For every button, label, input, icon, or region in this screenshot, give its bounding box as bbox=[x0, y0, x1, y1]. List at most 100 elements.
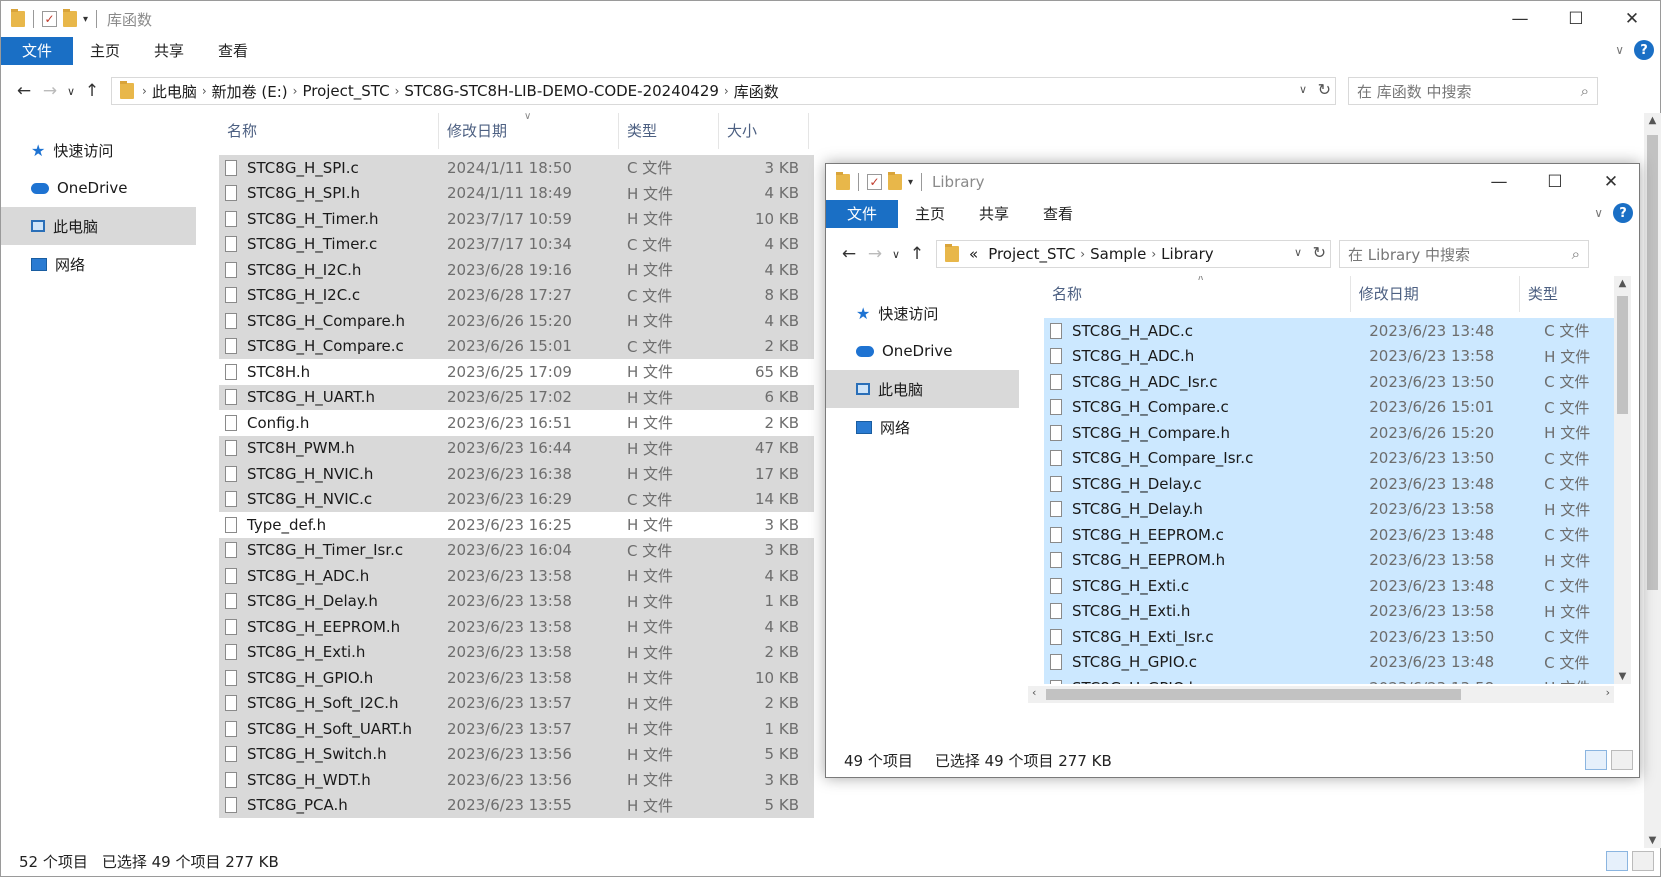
table-row[interactable]: STC8G_H_Exti.h 2023/6/23 13:58 H 文件 bbox=[1044, 598, 1614, 624]
table-row[interactable]: STC8G_H_GPIO.h 2023/6/23 13:58 H 文件 10 KB bbox=[219, 665, 814, 691]
close-button[interactable]: ✕ bbox=[1583, 164, 1639, 200]
nav-network[interactable]: 网络 bbox=[1, 245, 196, 283]
address-bar[interactable]: › 此电脑 › 新加卷 (E:) › Project_STC › STC8G-S… bbox=[111, 77, 1336, 105]
details-view-icon[interactable] bbox=[1606, 851, 1628, 871]
breadcrumb-overflow[interactable]: « bbox=[969, 245, 978, 263]
scrollbar-front[interactable]: ▲ ▼ bbox=[1614, 276, 1631, 684]
table-row[interactable]: STC8G_H_I2C.c 2023/6/28 17:27 C 文件 8 KB bbox=[219, 282, 814, 308]
forward-button[interactable]: → bbox=[862, 244, 888, 264]
details-view-icon[interactable] bbox=[1585, 750, 1607, 770]
table-row[interactable]: STC8H.h 2023/6/25 17:09 H 文件 65 KB bbox=[219, 359, 814, 385]
properties-icon[interactable]: ✓ bbox=[867, 174, 882, 190]
help-icon[interactable]: ? bbox=[1613, 203, 1633, 223]
table-row[interactable]: Type_def.h 2023/6/23 16:25 H 文件 3 KB bbox=[219, 512, 814, 538]
table-row[interactable]: STC8G_H_ADC_Isr.c 2023/6/23 13:50 C 文件 bbox=[1044, 369, 1614, 395]
scroll-up-icon[interactable]: ▲ bbox=[1614, 278, 1631, 289]
table-row[interactable]: Config.h 2023/6/23 16:51 H 文件 2 KB bbox=[219, 410, 814, 436]
table-row[interactable]: STC8G_H_EEPROM.h 2023/6/23 13:58 H 文件 4 KB bbox=[219, 614, 814, 640]
table-row[interactable]: STC8G_H_Delay.h 2023/6/23 13:58 H 文件 bbox=[1044, 496, 1614, 522]
tab-view[interactable]: 查看 bbox=[1026, 200, 1090, 228]
address-bar[interactable]: « Project_STC › Sample › Library ∨ ↻ bbox=[936, 240, 1331, 268]
nav-quick-access[interactable]: ★ 快速访问 bbox=[1, 131, 196, 169]
tab-share[interactable]: 共享 bbox=[137, 37, 201, 65]
table-row[interactable]: STC8G_H_SPI.h 2024/1/11 18:49 H 文件 4 KB bbox=[219, 180, 814, 206]
scrollbar-back[interactable]: ▲ ▼ bbox=[1644, 113, 1661, 848]
back-button[interactable]: ← bbox=[836, 244, 862, 264]
up-button[interactable]: ↑ bbox=[79, 81, 105, 101]
column-size[interactable]: 大小 bbox=[719, 113, 809, 149]
table-row[interactable]: STC8G_PCA.h 2023/6/23 13:55 H 文件 5 KB bbox=[219, 792, 814, 818]
search-input[interactable]: 在 库函数 中搜索 ⌕ bbox=[1348, 77, 1598, 105]
table-row[interactable]: STC8G_H_Exti_Isr.c 2023/6/23 13:50 C 文件 bbox=[1044, 624, 1614, 650]
table-row[interactable]: STC8G_H_Exti.h 2023/6/23 13:58 H 文件 2 KB bbox=[219, 639, 814, 665]
refresh-icon[interactable]: ↻ bbox=[1318, 80, 1331, 99]
column-name[interactable]: 名称 bbox=[219, 113, 439, 149]
table-row[interactable]: STC8G_H_EEPROM.c 2023/6/23 13:48 C 文件 bbox=[1044, 522, 1614, 548]
large-icons-view-icon[interactable] bbox=[1611, 750, 1633, 770]
table-row[interactable]: STC8G_H_Timer_Isr.c 2023/6/23 16:04 C 文件 3 … bbox=[219, 537, 814, 563]
scroll-up-icon[interactable]: ▲ bbox=[1644, 115, 1661, 126]
table-row[interactable]: STC8G_H_Soft_UART.h 2023/6/23 13:57 H 文件 1 … bbox=[219, 716, 814, 742]
table-row[interactable]: STC8G_H_Timer.h 2023/7/17 10:59 H 文件 10 KB bbox=[219, 206, 814, 232]
scroll-thumb[interactable] bbox=[1617, 296, 1628, 414]
table-row[interactable]: STC8G_H_Delay.c 2023/6/23 13:48 C 文件 bbox=[1044, 471, 1614, 497]
table-row[interactable]: STC8G_H_Compare.c 2023/6/26 15:01 C 文件 bbox=[1044, 394, 1614, 420]
table-row[interactable]: STC8G_H_Compare.c 2023/6/26 15:01 C 文件 2 KB bbox=[219, 333, 814, 359]
breadcrumb-item[interactable]: Project_STC bbox=[302, 82, 389, 100]
breadcrumb-item[interactable]: 此电脑 bbox=[152, 81, 197, 102]
help-icon[interactable]: ? bbox=[1634, 40, 1654, 60]
tab-view[interactable]: 查看 bbox=[201, 37, 265, 65]
breadcrumb-item[interactable]: Project_STC bbox=[988, 245, 1075, 263]
table-row[interactable]: STC8G_H_SPI.c 2024/1/11 18:50 C 文件 3 KB bbox=[219, 155, 814, 181]
recent-locations-button[interactable]: ∨ bbox=[888, 248, 904, 261]
table-row[interactable]: STC8G_H_Switch.h 2023/6/23 13:56 H 文件 5 KB bbox=[219, 741, 814, 767]
table-row[interactable]: STC8G_H_Exti.c 2023/6/23 13:48 C 文件 bbox=[1044, 573, 1614, 599]
maximize-button[interactable]: ☐ bbox=[1527, 164, 1583, 200]
horizontal-scrollbar[interactable]: ‹ › bbox=[1028, 686, 1614, 703]
table-row[interactable]: STC8G_H_I2C.h 2023/6/28 19:16 H 文件 4 KB bbox=[219, 257, 814, 283]
breadcrumb-item[interactable]: STC8G-STC8H-LIB-DEMO-CODE-20240429 bbox=[404, 82, 719, 100]
scroll-thumb-horizontal[interactable] bbox=[1046, 689, 1461, 700]
table-row[interactable]: STC8G_H_Soft_I2C.h 2023/6/23 13:57 H 文件 2 K… bbox=[219, 690, 814, 716]
table-row[interactable]: STC8G_H_ADC.h 2023/6/23 13:58 H 文件 4 KB bbox=[219, 563, 814, 589]
search-input[interactable]: 在 Library 中搜索 ⌕ bbox=[1339, 240, 1589, 268]
table-row[interactable]: STC8G_H_NVIC.h 2023/6/23 16:38 H 文件 17 KB bbox=[219, 461, 814, 487]
scroll-left-icon[interactable]: ‹ bbox=[1032, 686, 1036, 699]
nav-network[interactable]: 网络 bbox=[826, 408, 1021, 446]
address-dropdown-icon[interactable]: ∨ bbox=[1299, 83, 1307, 96]
expand-ribbon-icon[interactable]: ∨ bbox=[1615, 43, 1624, 57]
close-button[interactable]: ✕ bbox=[1604, 1, 1660, 37]
customize-qat-icon[interactable]: ▾ bbox=[83, 14, 88, 25]
table-row[interactable]: STC8H_PWM.h 2023/6/23 16:44 H 文件 47 KB bbox=[219, 435, 814, 461]
table-row[interactable]: STC8G_H_NVIC.c 2023/6/23 16:29 C 文件 14 KB bbox=[219, 486, 814, 512]
up-button[interactable]: ↑ bbox=[904, 244, 930, 264]
large-icons-view-icon[interactable] bbox=[1632, 851, 1654, 871]
table-row[interactable]: STC8G_H_Compare.h 2023/6/26 15:20 H 文件 bbox=[1044, 420, 1614, 446]
table-row[interactable]: STC8G_H_GPIO.c 2023/6/23 13:48 C 文件 bbox=[1044, 649, 1614, 675]
table-row[interactable]: STC8G_H_Compare_Isr.c 2023/6/23 13:50 C 文件 bbox=[1044, 445, 1614, 471]
column-date[interactable]: 修改日期 bbox=[1351, 276, 1520, 312]
scroll-down-icon[interactable]: ▼ bbox=[1614, 671, 1631, 682]
table-row[interactable]: STC8G_H_Compare.h 2023/6/26 15:20 H 文件 4 KB bbox=[219, 308, 814, 334]
back-button[interactable]: ← bbox=[11, 81, 37, 101]
breadcrumb-item[interactable]: 新加卷 (E:) bbox=[212, 81, 288, 102]
new-folder-icon[interactable] bbox=[888, 172, 902, 190]
table-row[interactable]: STC8G_H_ADC.c 2023/6/23 13:48 C 文件 bbox=[1044, 318, 1614, 344]
breadcrumb-item[interactable]: 库函数 bbox=[734, 81, 779, 102]
tab-share[interactable]: 共享 bbox=[962, 200, 1026, 228]
tab-home[interactable]: 主页 bbox=[73, 37, 137, 65]
column-type[interactable]: 类型 bbox=[1520, 276, 1614, 312]
tab-file[interactable]: 文件 bbox=[1, 37, 74, 65]
maximize-button[interactable]: ☐ bbox=[1548, 1, 1604, 37]
table-row[interactable]: STC8G_H_ADC.h 2023/6/23 13:58 H 文件 bbox=[1044, 343, 1614, 369]
address-dropdown-icon[interactable]: ∨ bbox=[1294, 246, 1302, 259]
column-type[interactable]: 类型 bbox=[619, 113, 719, 149]
tab-home[interactable]: 主页 bbox=[898, 200, 962, 228]
new-folder-icon[interactable] bbox=[63, 9, 77, 27]
scroll-right-icon[interactable]: › bbox=[1606, 686, 1610, 699]
nav-onedrive[interactable]: OneDrive bbox=[826, 332, 1021, 370]
table-row[interactable]: STC8G_H_UART.h 2023/6/25 17:02 H 文件 6 KB bbox=[219, 384, 814, 410]
scroll-thumb[interactable] bbox=[1647, 135, 1658, 590]
tab-file[interactable]: 文件 bbox=[826, 200, 899, 228]
table-row[interactable]: STC8G_H_Delay.h 2023/6/23 13:58 H 文件 1 KB bbox=[219, 588, 814, 614]
